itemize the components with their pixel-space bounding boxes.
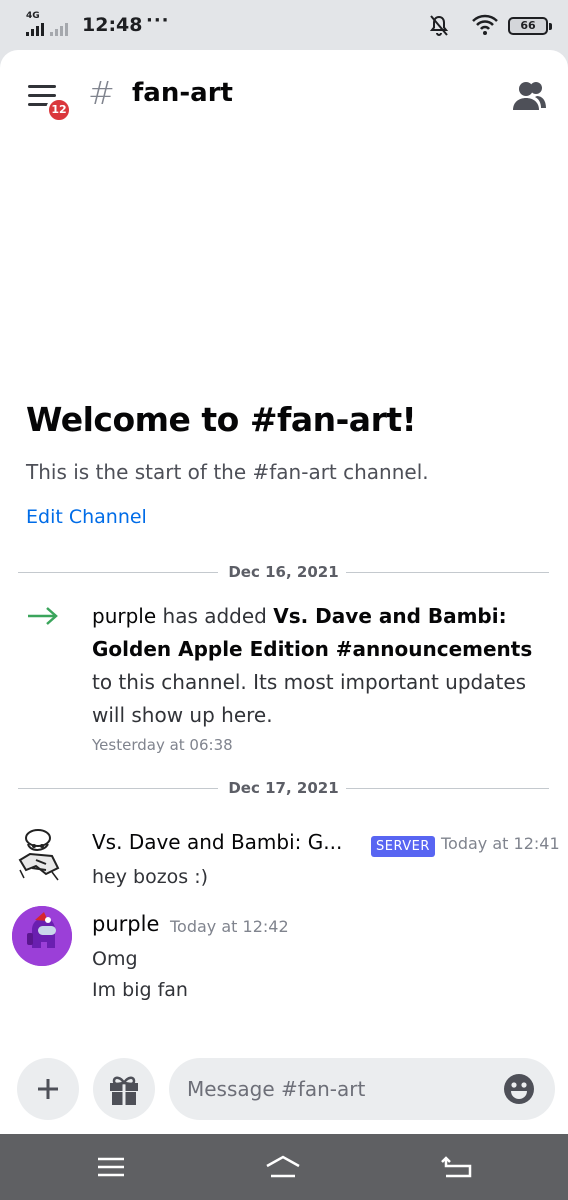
server-tag-badge: SERVER bbox=[371, 836, 435, 857]
channel-title[interactable]: fan-art bbox=[132, 78, 233, 108]
welcome-subtitle: This is the start of the #fan-art channe… bbox=[26, 460, 429, 484]
message-author[interactable]: Vs. Dave and Bambi: G... bbox=[92, 830, 342, 854]
date-divider: Dec 16, 2021 bbox=[18, 562, 549, 582]
message-input[interactable] bbox=[187, 1058, 487, 1120]
battery-icon: 66 bbox=[508, 17, 552, 35]
message-text: hey bozos :) bbox=[92, 866, 209, 888]
clock: 12:48 bbox=[82, 14, 143, 36]
wifi-icon bbox=[472, 14, 498, 35]
network-type: 4G bbox=[26, 11, 40, 21]
avatar[interactable] bbox=[12, 906, 72, 966]
message-text: Omg bbox=[92, 948, 138, 970]
message-composer bbox=[169, 1058, 555, 1120]
edit-channel-link[interactable]: Edit Channel bbox=[26, 506, 147, 528]
members-icon[interactable] bbox=[512, 80, 546, 112]
divider-date: Dec 16, 2021 bbox=[228, 563, 339, 581]
system-message-text-2: to this channel. Its most important upda… bbox=[92, 670, 527, 727]
signal-bars-secondary-icon bbox=[50, 23, 68, 36]
date-divider: Dec 17, 2021 bbox=[18, 778, 549, 798]
avatar[interactable] bbox=[12, 824, 72, 884]
divider-date: Dec 17, 2021 bbox=[228, 779, 339, 797]
nav-menu-icon[interactable] bbox=[93, 1154, 129, 1180]
system-message: purple has added Vs. Dave and Bambi: Gol… bbox=[92, 600, 552, 732]
add-attachment-button[interactable] bbox=[17, 1058, 79, 1120]
message-timestamp: Today at 12:41 bbox=[441, 834, 560, 853]
notification-badge: 12 bbox=[46, 97, 72, 123]
channel-hash-icon: # bbox=[88, 74, 115, 112]
nav-back-icon[interactable] bbox=[438, 1154, 474, 1180]
status-bar: 4G 12:48 ··· 66 bbox=[0, 0, 568, 50]
signal-bars-icon bbox=[26, 23, 44, 36]
message-text: Im big fan bbox=[92, 979, 188, 1001]
among-us-avatar-icon bbox=[12, 906, 72, 966]
message-timestamp: Today at 12:42 bbox=[170, 917, 289, 936]
system-message-text: has added bbox=[156, 604, 274, 628]
mute-bell-icon bbox=[430, 15, 448, 36]
nav-home-icon[interactable] bbox=[265, 1154, 301, 1180]
chat-panel: 12 # fan-art Welcome to #fan-art! This i… bbox=[0, 50, 568, 1134]
plus-icon bbox=[38, 1079, 58, 1099]
gift-icon bbox=[110, 1076, 138, 1105]
system-nav-bar bbox=[0, 1134, 568, 1200]
menu-icon bbox=[28, 85, 56, 88]
more-notifications-icon: ··· bbox=[146, 10, 170, 31]
system-message-time: Yesterday at 06:38 bbox=[92, 736, 233, 754]
emoji-icon[interactable] bbox=[503, 1073, 535, 1105]
welcome-title: Welcome to #fan-art! bbox=[26, 400, 417, 439]
join-arrow-icon bbox=[28, 607, 58, 625]
gift-button[interactable] bbox=[93, 1058, 155, 1120]
message-author[interactable]: purple bbox=[92, 912, 159, 936]
system-message-user[interactable]: purple bbox=[92, 604, 156, 628]
